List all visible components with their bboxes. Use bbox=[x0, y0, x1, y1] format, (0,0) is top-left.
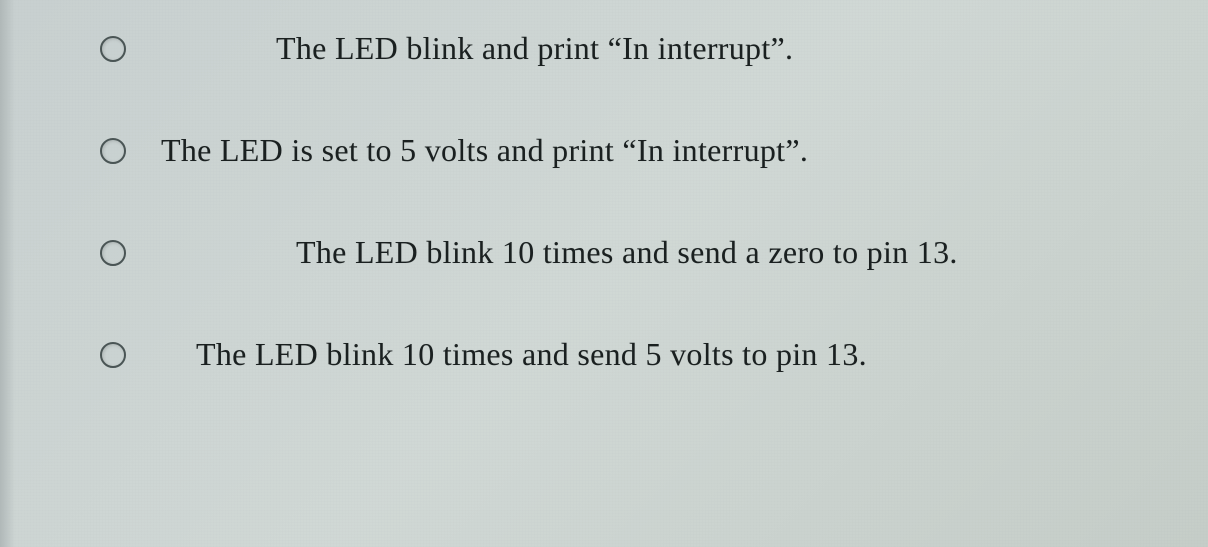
option-row-3: The LED blink 10 times and send 5 volts … bbox=[100, 336, 1168, 373]
option-label-1: The LED is set to 5 volts and print “In … bbox=[161, 132, 808, 169]
multiple-choice-options: The LED blink and print “In interrupt”. … bbox=[0, 0, 1208, 403]
radio-option-0[interactable] bbox=[100, 36, 126, 62]
radio-option-2[interactable] bbox=[100, 240, 126, 266]
option-label-0: The LED blink and print “In interrupt”. bbox=[276, 30, 793, 67]
option-row-1: The LED is set to 5 volts and print “In … bbox=[100, 132, 1168, 169]
option-row-2: The LED blink 10 times and send a zero t… bbox=[100, 234, 1168, 271]
option-label-2: The LED blink 10 times and send a zero t… bbox=[296, 234, 958, 271]
radio-option-3[interactable] bbox=[100, 342, 126, 368]
option-label-3: The LED blink 10 times and send 5 volts … bbox=[196, 336, 867, 373]
radio-option-1[interactable] bbox=[100, 138, 126, 164]
option-row-0: The LED blink and print “In interrupt”. bbox=[100, 30, 1168, 67]
